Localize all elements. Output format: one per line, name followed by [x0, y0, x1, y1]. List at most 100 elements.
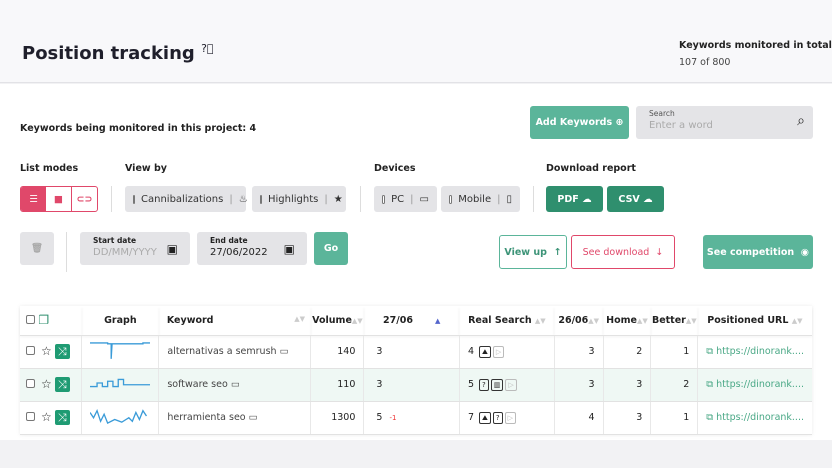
checkbox[interactable]	[260, 194, 262, 204]
col-better[interactable]: Better▲▼	[650, 306, 698, 336]
calendar-icon[interactable]: ▣	[284, 242, 295, 256]
search-icon[interactable]: ⌕	[797, 113, 805, 129]
arrow-down-icon: ↓	[655, 246, 664, 258]
position-cell: 5	[376, 412, 383, 423]
col-url[interactable]: Positioned URL ▲▼	[697, 306, 812, 336]
pdf-download-button[interactable]: PDF ☁	[546, 186, 603, 212]
keywords-table: ❐ Graph Keyword ▲▼ Volume▲▼ 27/06 ▲ Real S…	[20, 306, 812, 435]
position-cell: 3	[376, 379, 383, 390]
trash-icon: 🗑	[30, 243, 44, 254]
better-cell: 1	[650, 401, 699, 435]
col-home[interactable]: Home▲▼	[603, 306, 651, 336]
view-by-label: View by	[125, 163, 167, 174]
question-icon: ?	[492, 411, 503, 424]
real-search-cell: 5	[467, 378, 474, 390]
position-change: -1	[389, 414, 397, 422]
divider	[66, 232, 67, 272]
pc-toggle[interactable]: PC | ▭	[374, 186, 437, 212]
table-row[interactable]: ☆ ⤨ herramienta seo ▭ 1300 5 -1 7 ⛰? ▷ 4 3…	[20, 401, 812, 435]
plus-circle-icon: ⊕	[615, 117, 624, 128]
star-icon[interactable]: ☆	[41, 377, 52, 391]
keywords-total-label: Keywords monitored in total	[679, 40, 832, 51]
keywords-total-value: 107 of 800	[679, 57, 731, 68]
prev-position-cell: 3	[554, 335, 604, 369]
col-keyword[interactable]: Keyword ▲▼	[158, 306, 311, 336]
list-modes-label: List modes	[20, 163, 79, 174]
row-checkbox[interactable]	[26, 346, 35, 355]
row-checkbox[interactable]	[26, 379, 35, 388]
positioned-url-link[interactable]: ⧉ https://dinorank....	[697, 401, 812, 435]
divider	[533, 186, 534, 212]
keyword-text: alternativas a semrush	[167, 346, 277, 357]
view-up-button[interactable]: View up ↑	[499, 235, 567, 269]
desktop-icon: ▭	[248, 412, 258, 423]
question-icon: ?	[479, 378, 489, 391]
video-icon: ▷	[492, 345, 505, 358]
fire-icon: ♨	[238, 193, 248, 205]
image-icon: ⛰	[479, 411, 491, 424]
position-sparkline	[81, 401, 160, 435]
shuffle-icon[interactable]: ⤨	[54, 344, 70, 359]
desktop-icon: ▭	[279, 346, 289, 357]
col-graph: Graph	[81, 306, 159, 336]
table-row[interactable]: ☆ ⤨ alternativas a semrush ▭ 140 3 4 ⛰ ▷ 3…	[20, 335, 812, 369]
shuffle-icon[interactable]: ⤨	[54, 410, 70, 425]
mobile-icon: ▯	[506, 193, 512, 205]
arrow-up-icon: ↑	[553, 246, 562, 258]
table-row[interactable]: ☆ ⤨ software seo ▭ 110 3 5 ? ▥ ▷ 3 3 2 ⧉ ht…	[20, 368, 812, 402]
divider	[360, 186, 361, 212]
positioned-url-link[interactable]: ⧉ https://dinorank....	[697, 368, 812, 402]
desktop-icon: ▭	[419, 193, 429, 205]
link-icon[interactable]: ⊂⊃	[72, 187, 97, 211]
cloud-download-icon: ☁	[582, 193, 592, 205]
table-header-row: ❐ Graph Keyword ▲▼ Volume▲▼ 27/06 ▲ Real S…	[20, 306, 812, 336]
home-cell: 3	[603, 368, 652, 402]
star-icon[interactable]: ☆	[41, 344, 52, 358]
better-cell: 1	[650, 335, 699, 369]
highlights-toggle[interactable]: Highlights | ★	[252, 186, 346, 212]
select-all-checkbox[interactable]	[26, 315, 35, 325]
see-download-button[interactable]: See download ↓	[571, 235, 675, 269]
folder-icon[interactable]: ■	[46, 187, 72, 211]
keyword-text: herramienta seo	[167, 412, 246, 423]
list-icon[interactable]: ☰	[21, 187, 46, 211]
position-sparkline	[81, 335, 160, 369]
calendar-icon[interactable]: ▣	[167, 242, 178, 256]
go-button[interactable]: Go	[314, 232, 348, 265]
see-competition-button[interactable]: See competition ◉	[703, 235, 813, 269]
mobile-toggle[interactable]: Mobile | ▯	[441, 186, 520, 212]
row-checkbox[interactable]	[26, 412, 35, 421]
star-icon[interactable]: ☆	[41, 410, 52, 424]
csv-download-button[interactable]: CSV ☁	[607, 186, 664, 212]
checkbox[interactable]	[133, 194, 135, 204]
prev-position-cell: 4	[554, 401, 604, 435]
positioned-url-link[interactable]: ⧉ https://dinorank....	[697, 335, 812, 369]
external-link-icon: ⧉	[706, 379, 714, 390]
prev-position-cell: 3	[554, 368, 604, 402]
volume-cell: 110	[310, 368, 365, 402]
delete-button[interactable]: 🗑	[20, 232, 54, 265]
checkbox[interactable]	[382, 194, 386, 204]
col-date-current[interactable]: 27/06 ▲	[363, 306, 460, 336]
start-date-input[interactable]: Start date DD/MM/YYYY ▣	[80, 232, 190, 265]
col-real-search[interactable]: Real Search ▲▼	[459, 306, 555, 336]
add-keywords-button[interactable]: Add Keywords ⊕	[530, 106, 629, 139]
search-input[interactable]: Search Enter a word ⌕	[636, 106, 813, 139]
question-circle-icon[interactable]: ?⃝	[201, 42, 213, 55]
list-modes-group: ☰ ■ ⊂⊃	[20, 186, 98, 212]
col-volume[interactable]: Volume▲▼	[310, 306, 364, 336]
star-icon: ★	[333, 193, 343, 205]
cannibalizations-toggle[interactable]: Cannibalizations | ♨	[125, 186, 248, 212]
volume-cell: 140	[310, 335, 365, 369]
end-date-input[interactable]: End date 27/06/2022 ▣	[197, 232, 307, 265]
building-icon: ▥	[490, 378, 504, 391]
copy-icon[interactable]: ❐	[38, 313, 49, 327]
image-icon: ⛰	[479, 345, 491, 358]
col-date-prev[interactable]: 26/06▲▼	[554, 306, 604, 336]
cloud-download-icon: ☁	[643, 193, 653, 205]
volume-cell: 1300	[310, 401, 365, 435]
devices-label: Devices	[374, 163, 416, 174]
checkbox[interactable]	[449, 194, 453, 204]
shuffle-icon[interactable]: ⤨	[54, 377, 70, 392]
home-cell: 3	[603, 401, 652, 435]
